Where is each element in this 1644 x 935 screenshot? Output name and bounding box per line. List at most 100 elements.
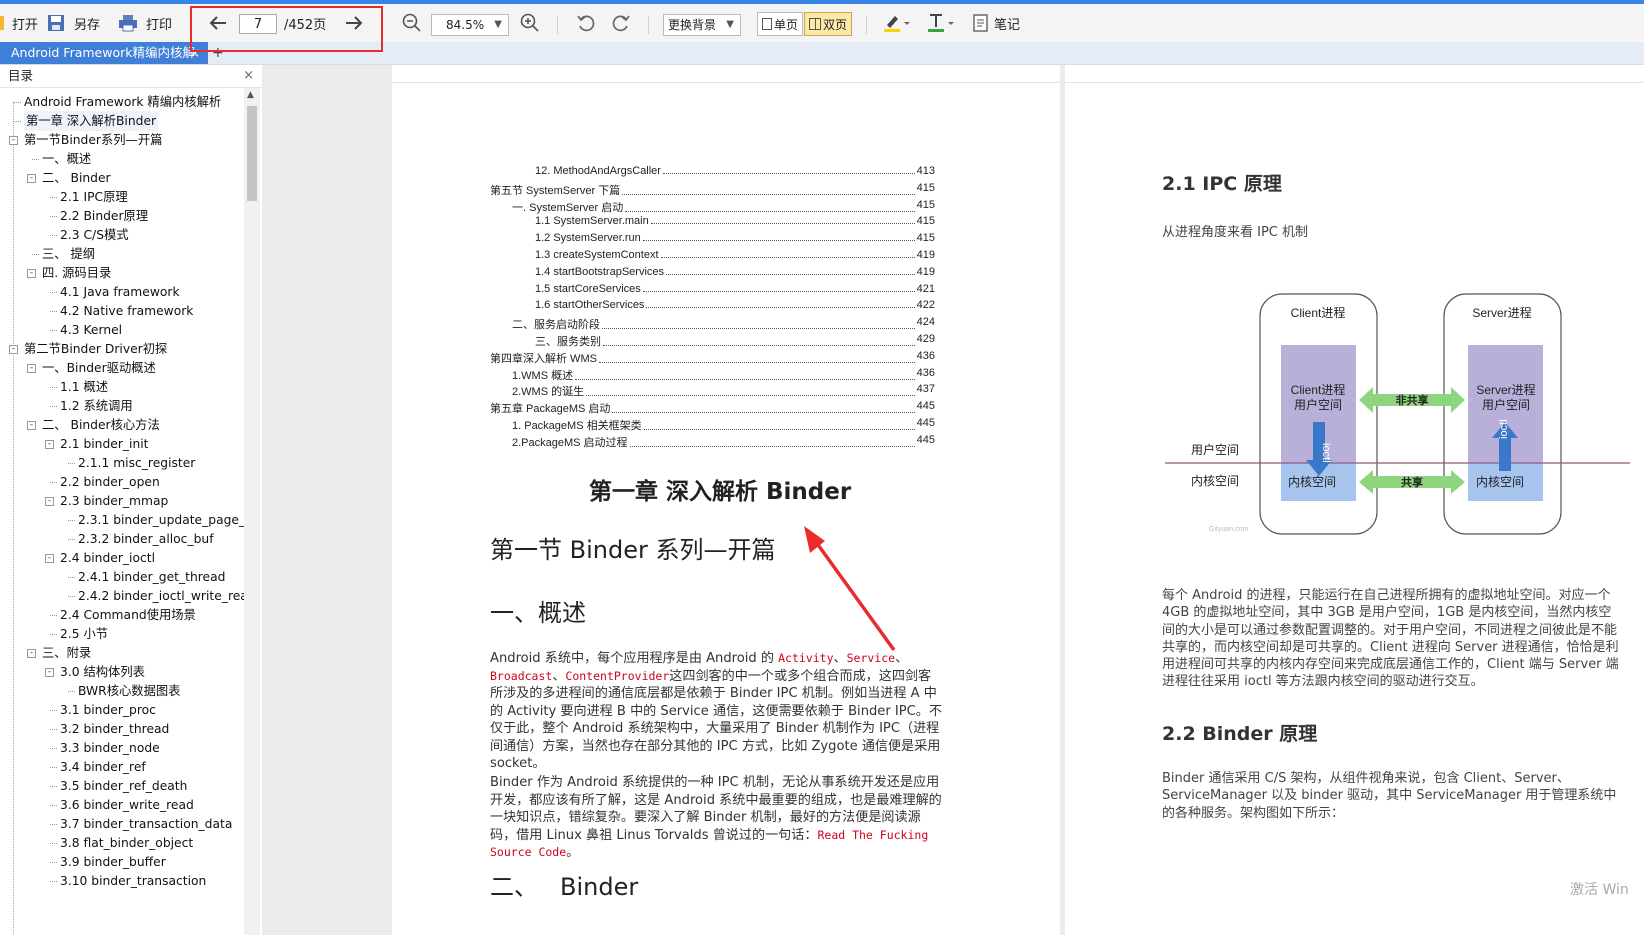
single-page-button[interactable]: 单页 bbox=[757, 12, 803, 36]
highlight-button[interactable] bbox=[883, 4, 911, 42]
tree-toggle-icon[interactable]: - bbox=[27, 364, 36, 373]
tree-toggle-icon[interactable]: - bbox=[9, 345, 18, 354]
zoom-in-button[interactable] bbox=[520, 4, 540, 42]
toc-item[interactable]: 2.1 binder_init bbox=[60, 434, 149, 454]
red-annotation-box bbox=[190, 6, 383, 52]
toc-line-page: 419 bbox=[917, 249, 935, 261]
toc-dots bbox=[575, 367, 915, 380]
toc-item[interactable]: 3.8 flat_binder_object bbox=[60, 833, 193, 853]
tree-toggle-icon[interactable]: - bbox=[27, 649, 36, 658]
toc-item[interactable]: 3.9 binder_buffer bbox=[60, 852, 166, 872]
toc-item[interactable]: 2.3.1 binder_update_page_ra bbox=[78, 510, 244, 530]
toc-item[interactable]: 一、概述 bbox=[42, 149, 91, 169]
ipc-heading: 2.1 IPC 原理 bbox=[1162, 169, 1282, 196]
toc-item[interactable]: 2.2 binder_open bbox=[60, 472, 160, 492]
notes-button[interactable]: 笔记 bbox=[973, 4, 1020, 42]
rotate-left-button[interactable] bbox=[576, 4, 596, 42]
print-button[interactable]: 打印 bbox=[118, 4, 172, 42]
toc-item[interactable]: 2.1 IPC原理 bbox=[60, 187, 128, 207]
double-page-button[interactable]: 双页 bbox=[804, 12, 852, 36]
toc-item[interactable]: 第一章 深入解析Binder bbox=[24, 111, 158, 131]
toc-item[interactable]: 三、附录 bbox=[42, 643, 91, 663]
toc-item[interactable]: 2.4 binder_ioctl bbox=[60, 548, 155, 568]
toc-item[interactable]: 2.3 binder_mmap bbox=[60, 491, 168, 511]
toc-item[interactable]: 2.5 小节 bbox=[60, 624, 108, 644]
toc-line-page: 445 bbox=[917, 417, 935, 433]
tree-toggle-icon[interactable]: - bbox=[45, 497, 54, 506]
double-page-icon bbox=[809, 18, 821, 30]
toc-line-title: 1.2 SystemServer.run bbox=[535, 232, 641, 244]
diagram-watermark: Gityuan.com bbox=[1209, 526, 1248, 533]
toc-item[interactable]: 3.3 binder_node bbox=[60, 738, 160, 758]
toc-item[interactable]: 四. 源码目录 bbox=[42, 263, 111, 283]
zoom-select[interactable]: 84.5% ▼ bbox=[431, 14, 509, 36]
toc-item[interactable]: 一、Binder驱动概述 bbox=[42, 358, 156, 378]
toc-item[interactable]: 3.0 结构体列表 bbox=[60, 662, 145, 682]
tree-toggle-icon[interactable]: - bbox=[27, 174, 36, 183]
toc-line: 1.4 startBootstrapServices419 bbox=[535, 266, 935, 278]
toc-item[interactable]: 2.2 Binder原理 bbox=[60, 206, 148, 226]
code-contentprovider: ContentProvider bbox=[565, 669, 669, 683]
tree-toggle-icon[interactable]: - bbox=[45, 554, 54, 563]
toc-item[interactable]: 4.2 Native framework bbox=[60, 301, 193, 321]
toc-item[interactable]: 2.4.1 binder_get_thread bbox=[78, 567, 225, 587]
toc-item[interactable]: 3.10 binder_transaction bbox=[60, 871, 206, 891]
tree-connector bbox=[50, 748, 57, 749]
binder-heading-text: Binder bbox=[560, 873, 638, 901]
scrollbar-thumb[interactable] bbox=[247, 106, 257, 201]
tree-connector bbox=[50, 311, 57, 312]
toc-line-title: 1.6 startOtherServices bbox=[535, 299, 644, 311]
scroll-up-icon[interactable]: ▲ bbox=[247, 90, 254, 100]
toc-item[interactable]: 3.6 binder_write_read bbox=[60, 795, 194, 815]
toc-item[interactable]: BWR核心数据图表 bbox=[78, 681, 180, 701]
toc-line-title: 1.WMS 概述 bbox=[512, 367, 573, 383]
toc-dots bbox=[643, 232, 915, 241]
saveas-button[interactable]: 另存 bbox=[47, 4, 100, 42]
sidebar-close-icon[interactable]: × bbox=[243, 65, 254, 87]
toc-item[interactable]: 1.2 系统调用 bbox=[60, 396, 133, 416]
tree-connector bbox=[50, 406, 57, 407]
tree-toggle-icon[interactable]: - bbox=[27, 269, 36, 278]
background-select[interactable]: 更换背景 ▼ bbox=[663, 14, 741, 36]
toc-item[interactable]: 3.2 binder_thread bbox=[60, 719, 169, 739]
toc-item[interactable]: 2.3 C/S模式 bbox=[60, 225, 129, 245]
tree-toggle-icon[interactable]: - bbox=[45, 668, 54, 677]
toc-item[interactable]: 2.4.2 binder_ioctl_write_read bbox=[78, 586, 244, 606]
open-button[interactable]: 打开 bbox=[0, 4, 38, 42]
document-tab[interactable]: Android Framework精编内核解 × bbox=[0, 42, 208, 64]
toc-item[interactable]: 2.3.2 binder_alloc_buf bbox=[78, 529, 214, 549]
toc-item[interactable]: 3.5 binder_ref_death bbox=[60, 776, 187, 796]
toc-item[interactable]: 4.1 Java framework bbox=[60, 282, 180, 302]
toc-item[interactable]: 3.7 binder_transaction_data bbox=[60, 814, 232, 834]
toc-item[interactable]: 1.1 概述 bbox=[60, 377, 108, 397]
toc-item[interactable]: 2.4 Command使用场景 bbox=[60, 605, 196, 625]
toc-item[interactable]: Android Framework 精编内核解析 bbox=[24, 92, 221, 112]
toc-dots bbox=[612, 400, 914, 413]
toc-dots bbox=[646, 299, 914, 308]
toc-item[interactable]: 4.3 Kernel bbox=[60, 320, 122, 340]
client-kernel-label: 内核空间 bbox=[1288, 475, 1336, 489]
toc-item[interactable]: 三、 提纲 bbox=[42, 244, 95, 264]
text-color-button[interactable] bbox=[927, 4, 955, 42]
sidebar-scrollbar[interactable]: ▲ bbox=[244, 88, 260, 935]
zoom-out-button[interactable] bbox=[402, 4, 422, 42]
toc-item[interactable]: 第二节Binder Driver初探 bbox=[24, 339, 167, 359]
toc-item[interactable]: 第一节Binder系列—开篇 bbox=[24, 130, 162, 150]
toc-line: 三、服务类别429 bbox=[535, 333, 935, 349]
toc-item[interactable]: 二、 Binder核心方法 bbox=[42, 415, 160, 435]
toc-dots bbox=[630, 434, 915, 447]
page-break-line bbox=[392, 82, 1060, 83]
tree-toggle-icon[interactable]: - bbox=[27, 421, 36, 430]
toc-item[interactable]: 二、 Binder bbox=[42, 168, 111, 188]
toc-item[interactable]: 3.4 binder_ref bbox=[60, 757, 146, 777]
tree-toggle-icon[interactable]: - bbox=[45, 440, 54, 449]
toc-dots bbox=[644, 417, 915, 430]
toc-item[interactable]: 3.1 binder_proc bbox=[60, 700, 156, 720]
rotate-right-button[interactable] bbox=[611, 4, 631, 42]
tree-toggle-icon[interactable]: - bbox=[9, 136, 18, 145]
toc-item[interactable]: 2.1.1 misc_register bbox=[78, 453, 195, 473]
tree-connector bbox=[14, 102, 21, 103]
toc-line-page: 429 bbox=[917, 333, 935, 349]
tree-connector bbox=[50, 292, 57, 293]
toc-line-title: 1. PackageMS 相关框架类 bbox=[512, 417, 642, 433]
